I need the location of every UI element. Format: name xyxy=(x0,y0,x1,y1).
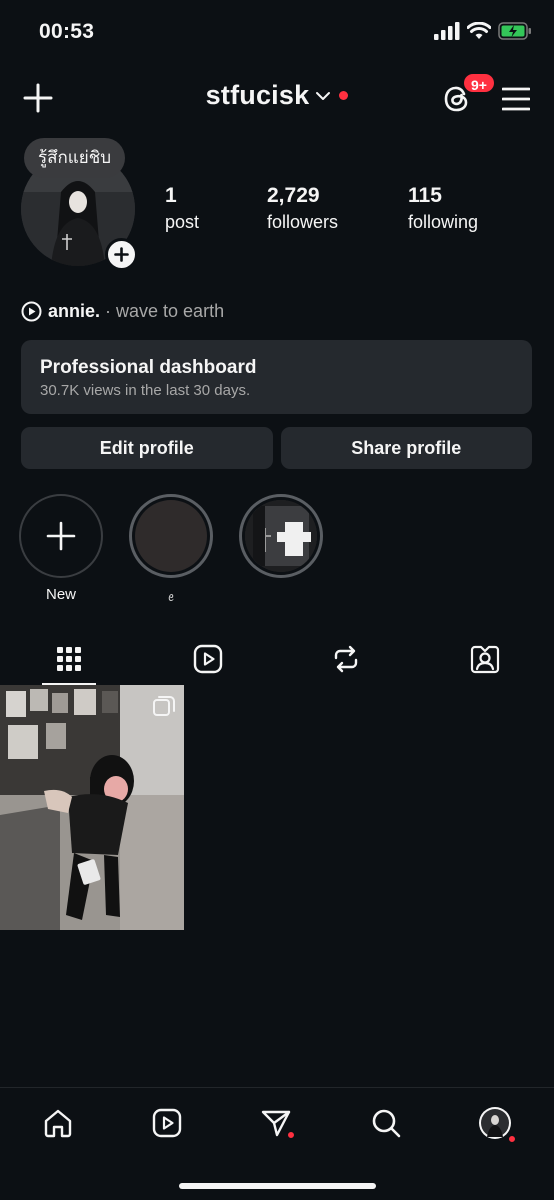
highlight-ring xyxy=(239,494,323,578)
highlight-cover xyxy=(135,500,207,572)
hamburger-menu-icon[interactable] xyxy=(502,86,530,112)
tab-tagged[interactable] xyxy=(416,633,554,685)
tab-reposts[interactable] xyxy=(277,633,416,685)
music-line-text: annie. · wave to earth xyxy=(48,301,224,322)
profile-header: stfucisk 9+ xyxy=(0,72,554,128)
following-count: 115 xyxy=(408,184,442,207)
username[interactable]: stfucisk xyxy=(206,80,310,111)
profile-avatar xyxy=(479,1107,511,1139)
profile-content-tabs xyxy=(0,633,554,685)
highlight-ring xyxy=(129,494,213,578)
stat-followers[interactable]: 2,729 followers xyxy=(267,184,408,233)
highlight-item[interactable] xyxy=(239,494,323,604)
story-highlights: New ꫀ xyxy=(19,494,323,604)
profile-action-buttons: Edit profile Share profile xyxy=(21,427,532,469)
home-icon xyxy=(44,1109,72,1138)
song-title: annie. xyxy=(48,301,101,321)
posts-count: 1 xyxy=(165,184,177,207)
tab-reels[interactable] xyxy=(139,633,278,685)
notification-dot xyxy=(339,91,349,100)
threads-notification-badge: 9+ xyxy=(462,72,496,94)
carousel-icon xyxy=(153,696,175,716)
nav-direct-messages[interactable] xyxy=(259,1106,295,1140)
posts-label: post xyxy=(165,212,200,232)
professional-dashboard[interactable]: Professional dashboard 30.7K views in th… xyxy=(21,340,532,414)
status-bar: 00:53 xyxy=(0,0,554,66)
battery-charging-icon xyxy=(498,22,531,40)
cellular-signal-icon xyxy=(434,22,460,40)
followers-label: followers xyxy=(267,212,339,232)
edit-profile-button[interactable]: Edit profile xyxy=(21,427,273,469)
home-indicator[interactable] xyxy=(179,1183,376,1189)
song-artist: wave to earth xyxy=(116,301,225,321)
highlight-cover xyxy=(245,500,317,572)
profile-note-bubble[interactable]: รู้สึกแย่ชิบ xyxy=(24,138,126,178)
plus-icon xyxy=(114,247,129,262)
profile-music[interactable]: annie. · wave to earth xyxy=(21,301,224,322)
reels-icon xyxy=(193,644,222,674)
followers-count: 2,729 xyxy=(267,184,320,207)
share-profile-button[interactable]: Share profile xyxy=(280,427,532,469)
profile-stats: 1 post 2,729 followers 115 following xyxy=(165,184,478,233)
highlight-new[interactable]: New xyxy=(19,494,103,604)
dashboard-title: Professional dashboard xyxy=(40,357,257,378)
play-circle-icon xyxy=(21,301,42,322)
post-photo xyxy=(0,685,184,930)
search-icon xyxy=(372,1109,401,1138)
nav-profile[interactable] xyxy=(478,1106,516,1143)
highlight-new-ring xyxy=(19,494,103,578)
following-label: following xyxy=(408,212,479,232)
notification-dot xyxy=(508,1135,516,1143)
wifi-icon xyxy=(467,22,491,39)
plus-icon xyxy=(46,521,76,551)
highlight-cover-photo xyxy=(245,500,317,572)
nav-search[interactable] xyxy=(369,1106,403,1140)
chevron-down-icon[interactable] xyxy=(315,90,331,102)
status-icons xyxy=(434,22,532,40)
dashboard-subtitle: 30.7K views in the last 30 days. xyxy=(40,382,251,399)
highlight-label: ꫀ xyxy=(167,590,175,604)
notification-dot xyxy=(287,1131,295,1139)
status-time: 00:53 xyxy=(39,20,95,43)
reposts-icon xyxy=(335,645,358,673)
music-separator: · xyxy=(100,301,117,321)
add-story-button[interactable] xyxy=(105,238,138,271)
grid-post-thumbnail[interactable] xyxy=(0,685,184,930)
nav-home[interactable] xyxy=(41,1106,75,1140)
tab-posts-grid[interactable] xyxy=(0,633,139,685)
stat-following[interactable]: 115 following xyxy=(408,184,478,233)
reels-icon xyxy=(152,1108,182,1138)
tagged-icon xyxy=(470,645,499,674)
stat-posts[interactable]: 1 post xyxy=(165,184,267,233)
nav-reels[interactable] xyxy=(150,1106,184,1140)
highlight-item[interactable]: ꫀ xyxy=(129,494,213,604)
highlight-label: New xyxy=(45,586,76,603)
grid-icon xyxy=(57,647,82,671)
